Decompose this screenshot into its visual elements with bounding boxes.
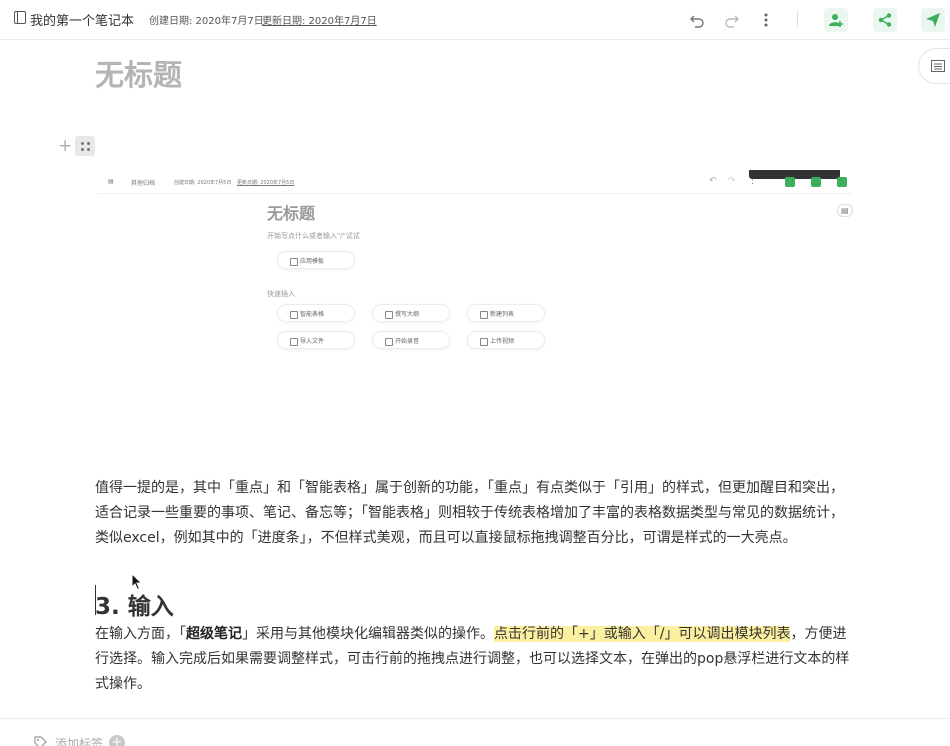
mouse-pointer-icon [131, 573, 143, 591]
section-heading[interactable]: 3. 输入 [95, 587, 174, 621]
add-collaborator-button[interactable] [824, 8, 848, 32]
embedded-send-icon [837, 177, 847, 187]
document-title[interactable]: 无标题 [95, 52, 182, 94]
notebook-icon [14, 11, 26, 24]
add-block-button[interactable]: + [58, 136, 72, 156]
embedded-updated-date: 更新日期: 2020年7月5日 [237, 180, 295, 186]
embedded-quick-item: 导入文件 [277, 331, 355, 349]
embedded-quick-item: 新建列表 [467, 304, 545, 322]
send-button[interactable] [921, 8, 945, 32]
redo-button[interactable] [720, 8, 744, 32]
embedded-share-icon [811, 177, 821, 187]
highlighted-text: 点击行前的「+」或输入「/」可以调出模块列表 [494, 626, 791, 642]
undo-button[interactable] [685, 8, 709, 32]
embedded-created-date: 创建日期: 2020年7月5日 [174, 180, 232, 186]
drag-handle[interactable] [75, 136, 95, 156]
embedded-top-bar: ▤ 其他归档 创建日期: 2020年7月5日 更新日期: 2020年7月5日 ↶… [97, 170, 851, 194]
top-bar: 我的第一个笔记本 创建日期: 2020年7月7日 更新日期: 2020年7月7日 [0, 0, 950, 40]
tag-icon [34, 736, 47, 746]
bold-text: 超级笔记 [186, 626, 242, 642]
embedded-sidebar-icon: ▤ [108, 178, 114, 185]
redo-icon [725, 15, 739, 28]
add-collaborator-icon [829, 14, 843, 27]
embedded-redo-icon: ↷ [728, 176, 736, 186]
paragraph-text: 」采用与其他模块化编辑器类似的操作。 [242, 626, 494, 642]
send-icon [926, 13, 940, 27]
more-vertical-icon [764, 13, 768, 27]
outline-list-icon [931, 60, 945, 72]
embedded-outline-icon: ▤ [837, 204, 853, 217]
created-date: 创建日期: 2020年7月7日 [149, 16, 264, 27]
notebook-title[interactable]: 我的第一个笔记本 [30, 10, 134, 29]
undo-icon [690, 15, 704, 28]
outline-toggle[interactable] [918, 48, 950, 84]
share-icon [878, 13, 892, 27]
add-tag-button[interactable]: + [109, 735, 125, 746]
paragraph[interactable]: 在输入方面，「超级笔记」采用与其他模块化编辑器类似的操作。点击行前的「+」或输入… [95, 622, 855, 697]
paragraph[interactable]: 值得一提的是，其中「重点」和「智能表格」属于创新的功能，「重点」有点类似于「引用… [95, 476, 855, 551]
add-tag-label[interactable]: 添加标签 [55, 735, 103, 746]
paragraph-text: 在输入方面，「 [95, 626, 186, 642]
embedded-screenshot[interactable]: ▤ 其他归档 创建日期: 2020年7月5日 更新日期: 2020年7月5日 ↶… [97, 170, 853, 370]
toolbar-divider [797, 11, 798, 27]
embedded-notebook-title: 其他归档 [131, 180, 156, 187]
embedded-quick-insert-label: 快速插入 [267, 290, 295, 298]
share-button[interactable] [873, 8, 897, 32]
embedded-apply-template: 应用模板 [277, 251, 355, 269]
embedded-quick-item: 上传视频 [467, 331, 545, 349]
embedded-quick-item: 撰写大纲 [372, 304, 450, 322]
embedded-quick-item: 开始录音 [372, 331, 450, 349]
embedded-undo-icon: ↶ [709, 176, 717, 186]
more-button[interactable] [754, 8, 778, 32]
footer-divider [0, 718, 950, 719]
embedded-quick-item: 智能表格 [277, 304, 355, 322]
embedded-title: 无标题 [267, 204, 316, 223]
embedded-collaborator-icon [785, 177, 795, 187]
embedded-placeholder: 开始写点什么或者输入"/"试试 [267, 232, 360, 240]
updated-date[interactable]: 更新日期: 2020年7月7日 [262, 12, 377, 27]
